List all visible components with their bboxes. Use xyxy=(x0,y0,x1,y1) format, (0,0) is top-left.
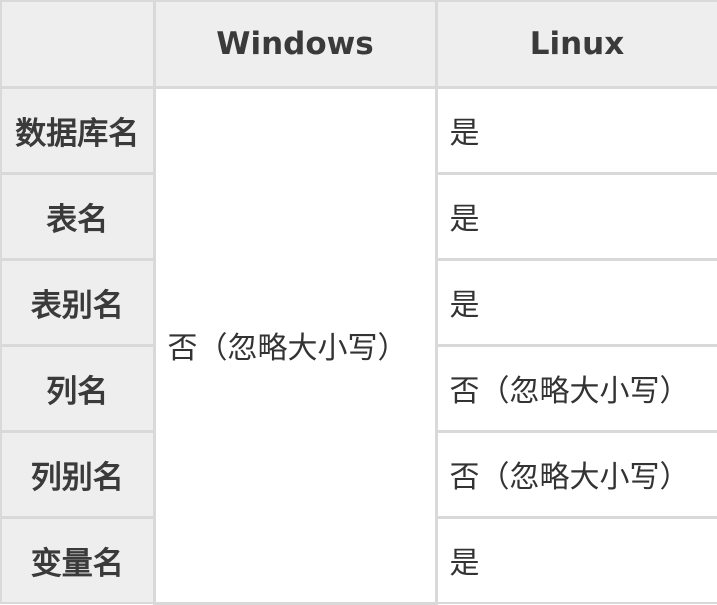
linux-value-cell: 是 xyxy=(434,171,717,261)
corner-cell xyxy=(0,0,156,89)
row-label: 表名 xyxy=(0,171,156,261)
table-row: 数据库名 否（忽略大小写） 是 xyxy=(0,85,717,605)
row-label: 列别名 xyxy=(0,429,156,519)
linux-value-cell: 是 xyxy=(434,257,717,347)
header-row: Windows Linux xyxy=(0,0,717,89)
windows-value-cell: 否（忽略大小写） xyxy=(152,85,438,605)
linux-value-cell: 是 xyxy=(434,85,717,175)
row-label: 表别名 xyxy=(0,257,156,347)
row-label: 数据库名 xyxy=(0,85,156,175)
case-sensitivity-table: Windows Linux 数据库名 否（忽略大小写） 是 表名 是 表别名 是… xyxy=(0,0,717,605)
column-header-linux: Linux xyxy=(434,0,717,89)
linux-value-cell: 是 xyxy=(434,515,717,604)
column-header-windows: Windows xyxy=(152,0,438,89)
row-label: 变量名 xyxy=(0,515,156,604)
linux-value-cell: 否（忽略大小写） xyxy=(434,343,717,433)
row-label: 列名 xyxy=(0,343,156,433)
linux-value-cell: 否（忽略大小写） xyxy=(434,429,717,519)
